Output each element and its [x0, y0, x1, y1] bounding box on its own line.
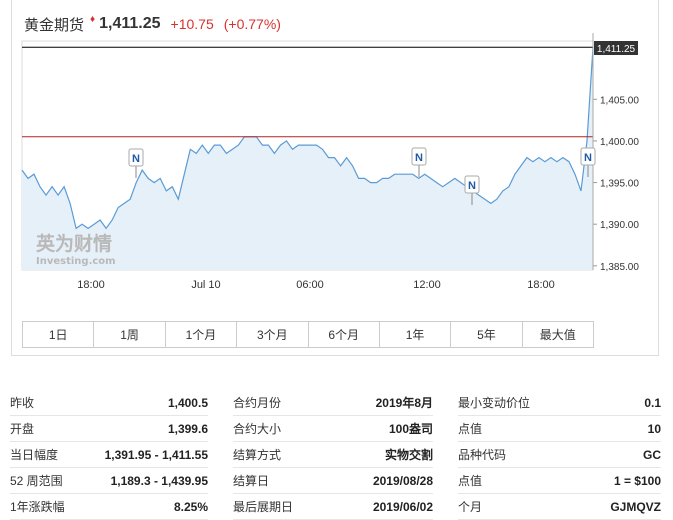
- stat-cell: 52 周范围 1,189.3 - 1,439.95: [10, 469, 208, 494]
- stat-cell: 结算日 2019/08/28: [233, 469, 433, 494]
- stat-label: 结算日: [233, 474, 270, 488]
- stat-cell: 合约月份 2019年8月: [233, 391, 433, 416]
- y-tick-label: 1,390.00: [600, 220, 639, 231]
- stat-cell: 当日幅度 1,391.95 - 1,411.55: [10, 443, 208, 468]
- x-tick-label: 18:00: [527, 279, 555, 291]
- range-tab[interactable]: 5年: [451, 322, 523, 347]
- svg-text:N: N: [468, 180, 476, 192]
- stat-label: 结算方式: [233, 448, 282, 462]
- svg-text:N: N: [415, 152, 423, 164]
- stat-label: 最小变动价位: [458, 396, 531, 410]
- stat-label: 最后展期日: [233, 500, 294, 514]
- stat-value: 100盎司: [388, 422, 433, 436]
- y-tick-label: 1,395.00: [600, 179, 639, 190]
- range-tabs: 1日 1周 1个月 3个月 6个月 1年 5年 最大值: [22, 321, 594, 348]
- stat-cell: 合约大小 100盎司: [233, 417, 433, 442]
- stat-value: 1,189.3 - 1,439.95: [110, 473, 208, 488]
- stat-value: 2019/06/02: [372, 499, 433, 514]
- y-tick-label: 1,405.00: [600, 95, 639, 106]
- range-tab[interactable]: 6个月: [309, 322, 380, 347]
- current-price-tag: 1,411.25: [594, 41, 638, 55]
- x-tick-label: 18:00: [77, 279, 105, 291]
- range-tab[interactable]: 1周: [94, 322, 166, 347]
- stats-row: 昨收 1,400.5 合约月份 2019年8月 最小变动价位 0.1: [10, 390, 661, 416]
- stat-label: 点值: [458, 422, 483, 436]
- range-tab[interactable]: 3个月: [237, 322, 309, 347]
- stat-cell: 个月 GJMQVZ: [458, 495, 661, 520]
- stat-label: 合约月份: [233, 396, 282, 410]
- stat-label: 52 周范围: [10, 474, 63, 488]
- stats-row: 开盘 1,399.6 合约大小 100盎司 点值 10: [10, 416, 661, 442]
- stats-row: 52 周范围 1,189.3 - 1,439.95 结算日 2019/08/28 点值 1…: [10, 468, 661, 494]
- x-tick-label: 12:00: [413, 279, 441, 291]
- stat-label: 个月: [458, 500, 483, 514]
- stat-value: 2019/08/28: [372, 473, 433, 488]
- stats-row: 1年涨跌幅 8.25% 最后展期日 2019/06/02 个月 GJMQVZ: [10, 494, 661, 520]
- stat-value: 0.1: [644, 395, 661, 410]
- stat-label: 昨收: [10, 396, 35, 410]
- stat-label: 点值: [458, 474, 483, 488]
- stat-cell: 点值 10: [458, 417, 661, 442]
- stat-cell: 最后展期日 2019/06/02: [233, 495, 433, 520]
- stat-value: 1,400.5: [167, 395, 208, 410]
- stat-label: 当日幅度: [10, 448, 59, 462]
- y-tick-label: 1,400.00: [600, 137, 639, 148]
- stat-value: 1 = $100: [613, 473, 661, 488]
- stat-value: 1,391.95 - 1,411.55: [104, 447, 208, 462]
- contract-stats: 昨收 1,400.5 合约月份 2019年8月 最小变动价位 0.1 开盘 1,399.6 合约…: [10, 390, 661, 520]
- stat-value: GC: [643, 447, 661, 462]
- range-tab[interactable]: 1年: [380, 322, 452, 347]
- stat-cell: 最小变动价位 0.1: [458, 391, 661, 416]
- x-tick-label: 06:00: [296, 279, 324, 291]
- stat-value: 实物交割: [384, 448, 433, 462]
- stat-cell: 开盘 1,399.6: [10, 417, 208, 442]
- stat-label: 1年涨跌幅: [10, 500, 65, 514]
- range-tab[interactable]: 1日: [23, 322, 95, 347]
- svg-text:N: N: [132, 153, 140, 165]
- y-tick-label: 1,385.00: [600, 262, 639, 273]
- stat-cell: 结算方式 实物交割: [233, 443, 433, 468]
- svg-text:N: N: [584, 152, 592, 164]
- range-tab[interactable]: 最大值: [523, 322, 593, 347]
- stat-label: 开盘: [10, 422, 35, 436]
- x-tick-label: Jul 10: [191, 279, 220, 291]
- stat-value: 1,399.6: [167, 421, 208, 436]
- price-chart[interactable]: 英为财情 Investing.com 1,405.00 1,400.00 1,395…: [12, 0, 660, 320]
- svg-text:1,411.25: 1,411.25: [597, 44, 636, 55]
- watermark-sub: Investing.com: [36, 256, 116, 267]
- stat-label: 品种代码: [458, 448, 507, 462]
- stat-cell: 1年涨跌幅 8.25%: [10, 495, 208, 520]
- stat-cell: 品种代码 GC: [458, 443, 661, 468]
- stat-value: GJMQVZ: [610, 499, 661, 514]
- stat-label: 合约大小: [233, 422, 282, 436]
- investing-watermark: 英为财情 Investing.com: [36, 232, 116, 267]
- stat-value: 8.25%: [173, 499, 208, 514]
- stat-value: 10: [647, 421, 661, 436]
- stats-row: 当日幅度 1,391.95 - 1,411.55 结算方式 实物交割 品种代码 GC: [10, 442, 661, 468]
- watermark-brand: 英为财情: [36, 232, 112, 255]
- stat-value: 2019年8月: [375, 396, 433, 410]
- range-tab[interactable]: 1个月: [166, 322, 238, 347]
- stat-cell: 昨收 1,400.5: [10, 391, 208, 416]
- stat-cell: 点值 1 = $100: [458, 469, 661, 494]
- chart-widget: 黄金期货 ♦ 1,411.25 +10.75 (+0.77%) 英为财情 Inv…: [11, 0, 659, 356]
